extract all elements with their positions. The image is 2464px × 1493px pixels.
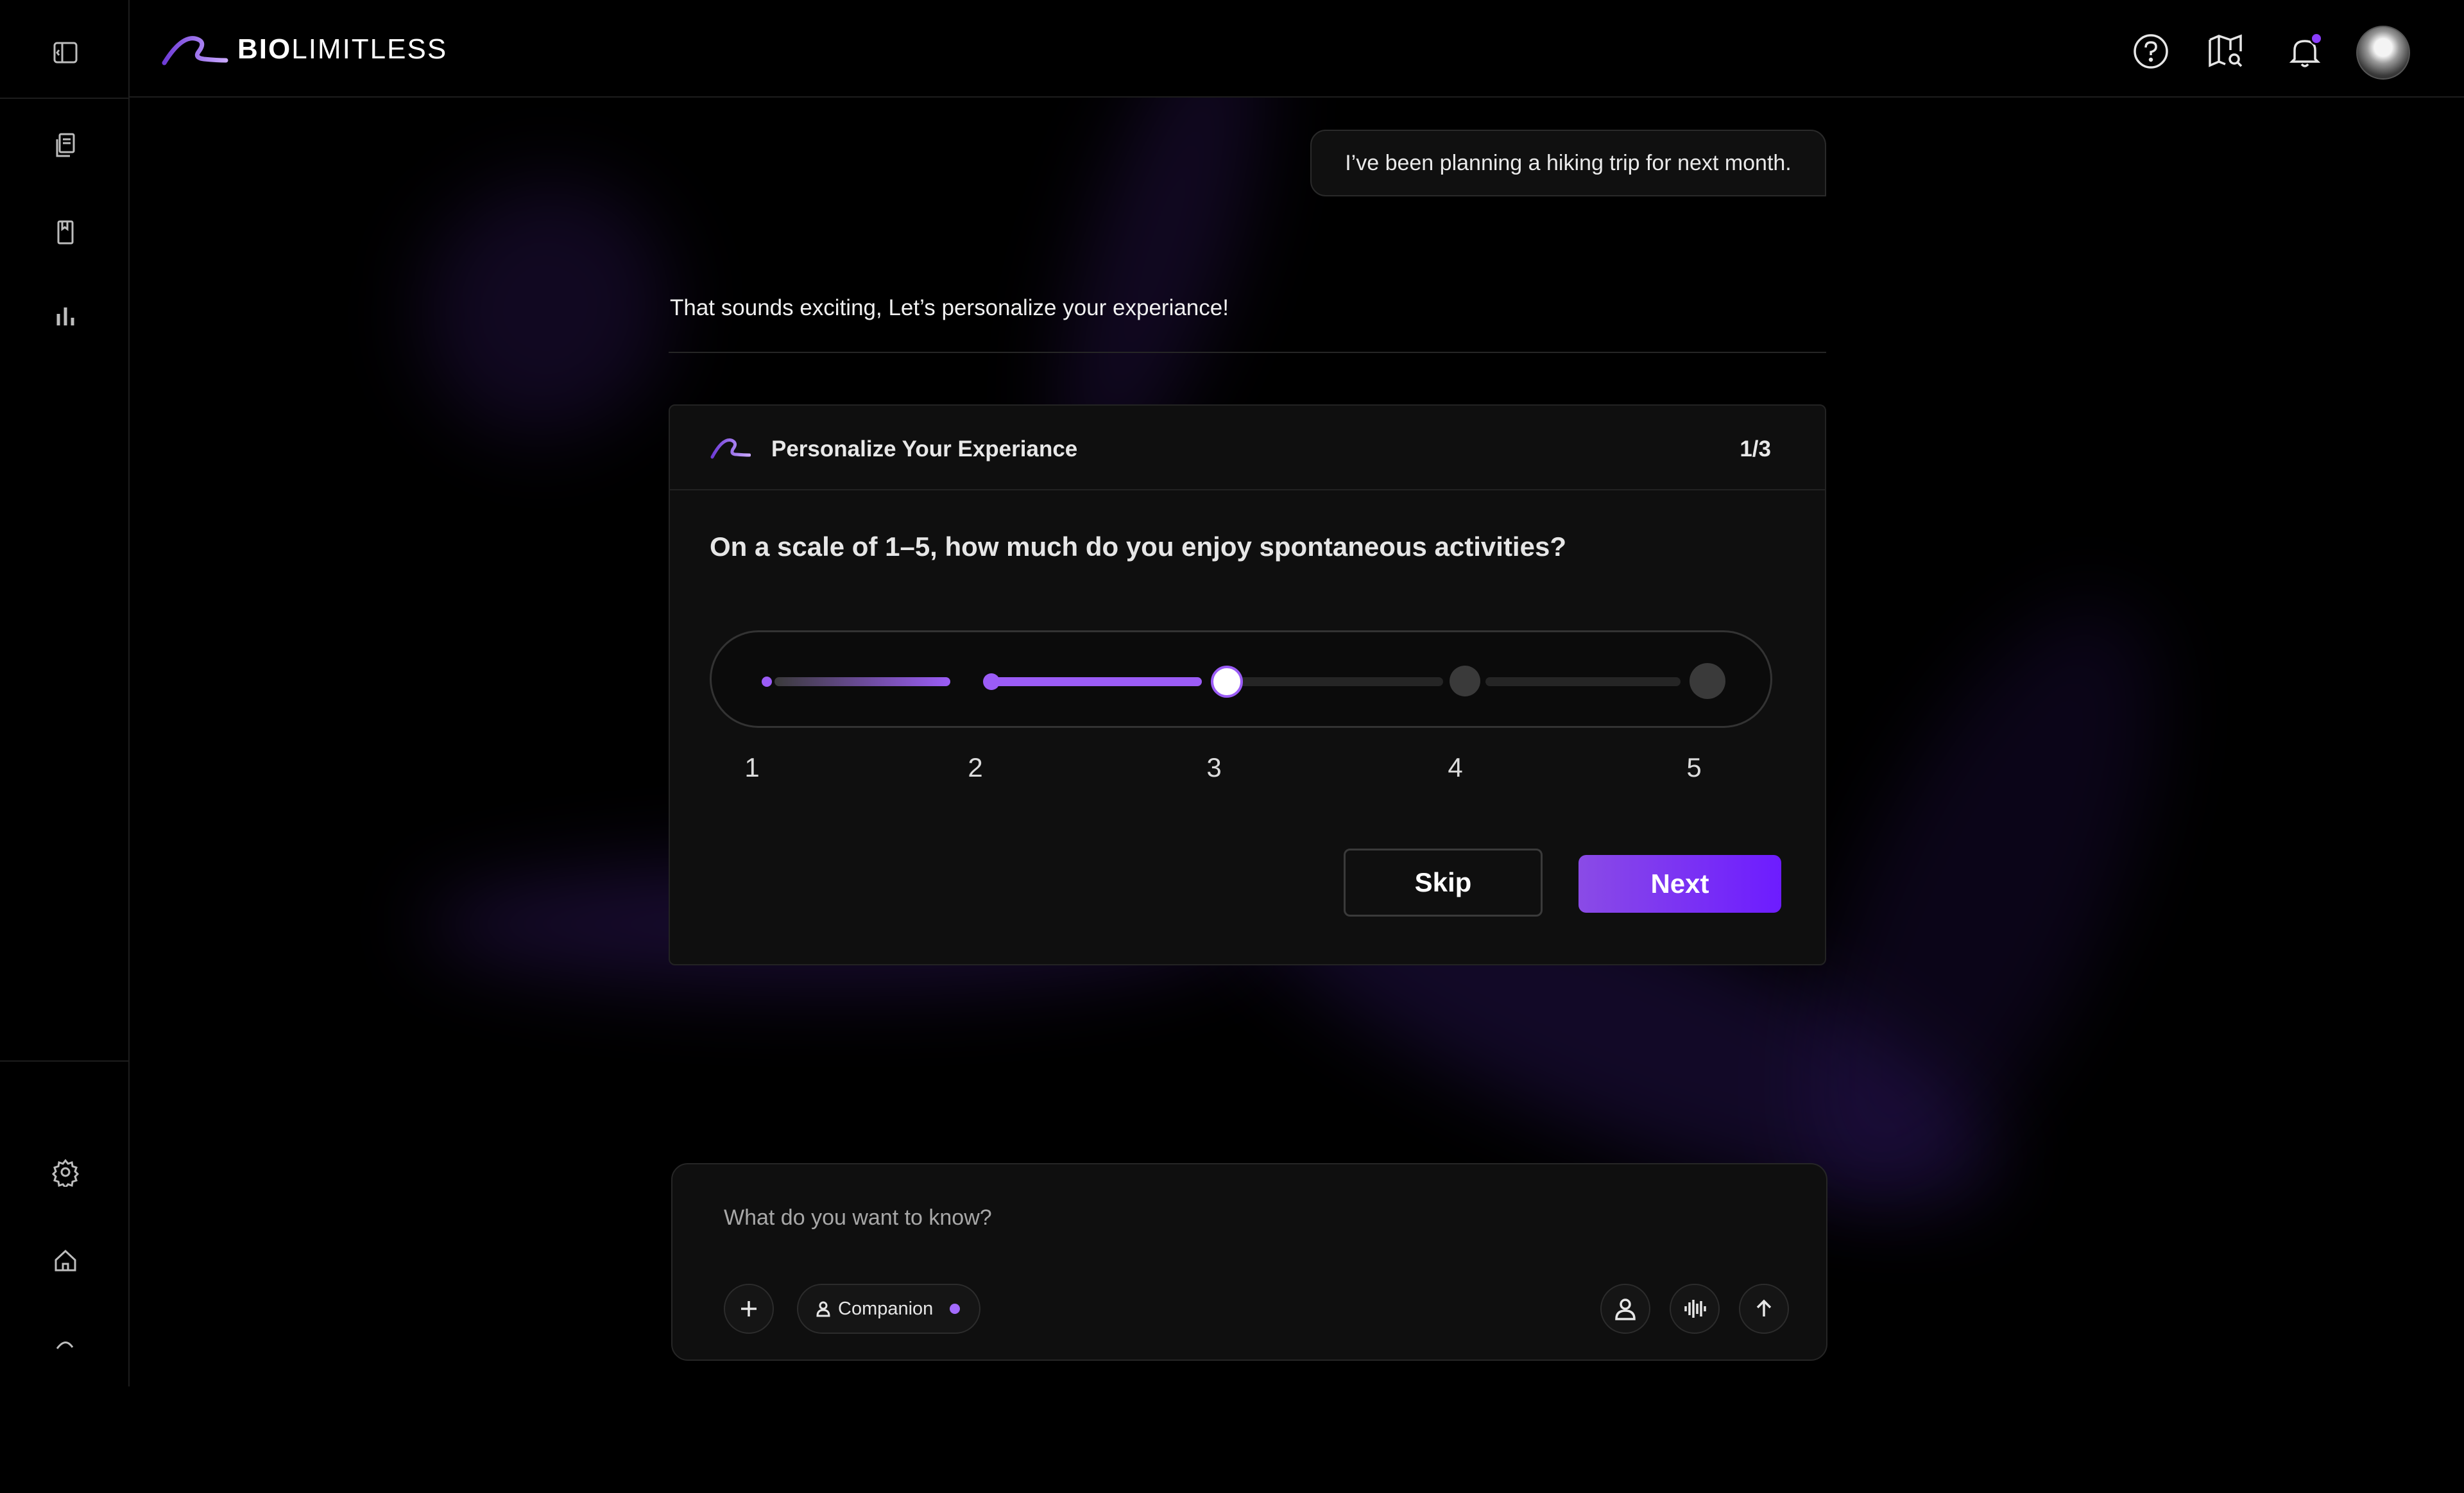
- brand-name: BIOLIMITLESS: [237, 33, 448, 65]
- companion-mode-chip[interactable]: Companion: [797, 1284, 981, 1334]
- scale-label-5: 5: [1686, 752, 1702, 782]
- step-counter: 1/3: [1740, 436, 1771, 462]
- slider-segment-empty: [1225, 677, 1443, 686]
- slider-stop-4[interactable]: [1450, 666, 1480, 696]
- sidebar-divider: [0, 98, 130, 99]
- top-header: BIOLIMITLESS: [130, 0, 2464, 98]
- brand-logo-mark-icon: [162, 36, 228, 65]
- notification-badge: [2310, 32, 2323, 45]
- arrow-up-icon: [1756, 1299, 1772, 1316]
- settings-gear-icon[interactable]: [46, 1153, 85, 1191]
- home-icon[interactable]: [46, 1241, 85, 1280]
- sidebar-toggle-icon[interactable]: [46, 33, 85, 72]
- scale-label-3: 3: [1206, 752, 1222, 782]
- slider-segment-filled: [984, 677, 1202, 686]
- logo-mark-icon: [710, 438, 751, 459]
- scale-label-1: 1: [744, 752, 760, 782]
- scale-label-2: 2: [968, 752, 983, 782]
- slider-thumb[interactable]: [1211, 666, 1243, 698]
- plus-icon: [741, 1301, 757, 1316]
- pages-icon[interactable]: [46, 126, 85, 164]
- user-icon: [1615, 1299, 1636, 1320]
- card-title: Personalize Your Experiance: [771, 436, 1078, 462]
- message-input[interactable]: [724, 1195, 1750, 1240]
- profile-button[interactable]: [1600, 1284, 1650, 1334]
- slider-segment-filled: [774, 677, 950, 686]
- skip-button[interactable]: Skip: [1344, 849, 1543, 917]
- sidebar-divider: [0, 1060, 130, 1062]
- slider-segment-empty: [1485, 677, 1681, 686]
- logo-mark-icon[interactable]: [46, 1326, 85, 1365]
- bookmark-icon[interactable]: [46, 213, 85, 252]
- voice-button[interactable]: [1670, 1284, 1720, 1334]
- user-avatar[interactable]: [2356, 26, 2410, 80]
- add-attachment-button[interactable]: [724, 1284, 774, 1334]
- personalize-card: Personalize Your Experiance 1/3 On a sca…: [669, 404, 1826, 965]
- brand-logo[interactable]: BIOLIMITLESS: [162, 32, 447, 67]
- waveform-icon: [1684, 1300, 1706, 1318]
- slider-stop-2[interactable]: [983, 673, 1000, 690]
- companion-label: Companion: [838, 1298, 934, 1319]
- scale-label-4: 4: [1448, 752, 1463, 782]
- survey-question: On a scale of 1–5, how much do you enjoy…: [710, 531, 1566, 562]
- map-search-icon: [2209, 34, 2243, 67]
- rating-slider[interactable]: [710, 630, 1772, 728]
- background-glow: [375, 135, 715, 481]
- notifications-button[interactable]: [2284, 31, 2325, 72]
- person-icon: [816, 1301, 830, 1317]
- message-divider: [669, 352, 1826, 353]
- send-button[interactable]: [1739, 1284, 1789, 1334]
- card-header: Personalize Your Experiance 1/3: [670, 406, 1825, 490]
- message-composer: Companion: [671, 1163, 1827, 1361]
- map-search-button[interactable]: [2205, 31, 2246, 72]
- slider-stop-5[interactable]: [1690, 663, 1725, 699]
- sidebar: [0, 0, 130, 1386]
- user-message-bubble: I’ve been planning a hiking trip for nex…: [1310, 130, 1826, 196]
- help-circle-icon: [2134, 34, 2168, 69]
- next-button[interactable]: Next: [1579, 855, 1781, 913]
- bar-chart-icon[interactable]: [46, 297, 85, 335]
- status-dot: [950, 1304, 961, 1314]
- slider-stop-1[interactable]: [762, 677, 772, 687]
- help-button[interactable]: [2130, 31, 2171, 72]
- assistant-message: That sounds exciting, Let’s personalize …: [670, 295, 1229, 320]
